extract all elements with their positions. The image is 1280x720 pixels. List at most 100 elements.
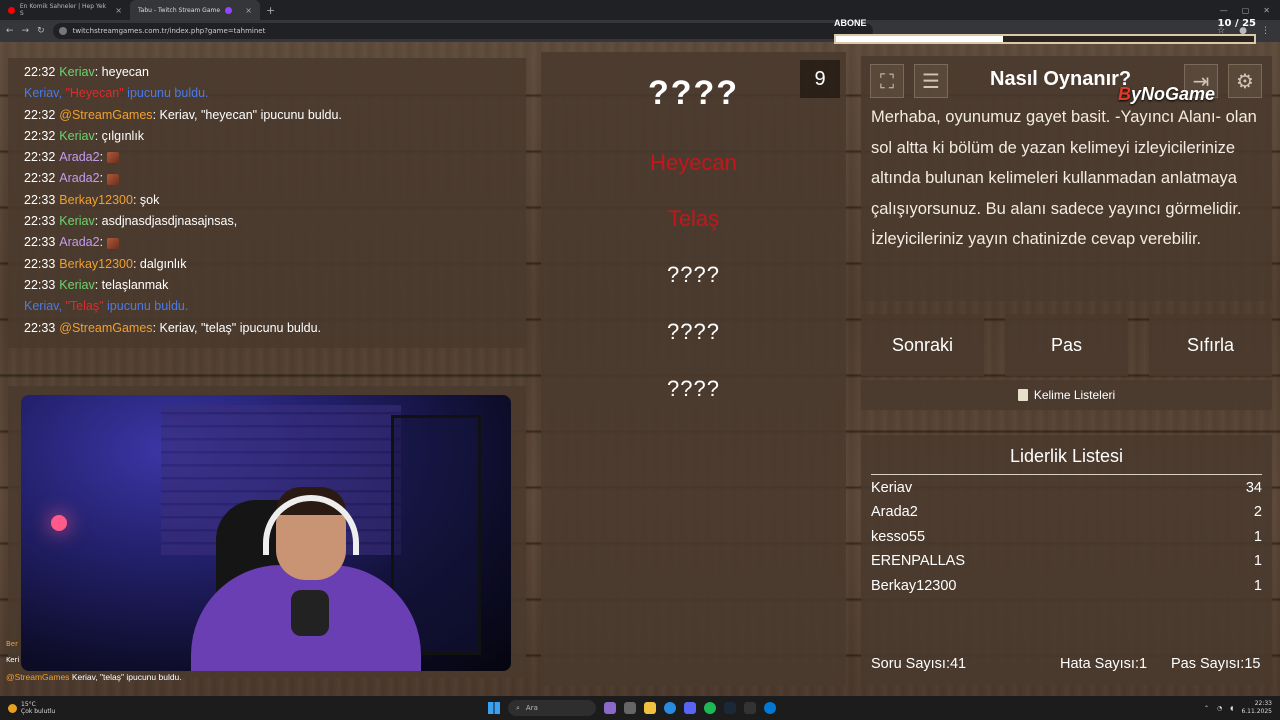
leaderboard-row: Berkay12300 1: [871, 578, 1262, 594]
maximize-icon[interactable]: ▢: [1242, 6, 1250, 15]
alert-fragment: Ber: [6, 640, 18, 648]
sub-goal-overlay: ABONE 10 / 25: [834, 18, 1256, 48]
emote-icon: [106, 152, 119, 164]
clipboard-icon: [1017, 389, 1028, 401]
bynogame-logo: ByNoGame: [1118, 84, 1216, 104]
close-window-icon[interactable]: ✕: [1263, 6, 1270, 15]
obs-icon[interactable]: [744, 702, 756, 714]
chat-message: 22:32 Keriav: çılgınlık: [24, 128, 145, 143]
steam-icon[interactable]: [724, 702, 736, 714]
question-count: Soru Sayısı:41: [871, 656, 967, 672]
reload-icon[interactable]: ↻: [37, 26, 45, 36]
fullscreen-icon[interactable]: ⛶: [870, 64, 904, 98]
tab-title: Tabu - Twitch Stream Game: [138, 6, 221, 14]
hidden-hint: ????: [667, 319, 720, 344]
found-hint: Heyecan: [650, 150, 737, 175]
windows-start-icon[interactable]: [488, 702, 500, 714]
weather-widget[interactable]: 15°C Çok bulutlu: [0, 701, 160, 715]
leaderboard-row: Keriav 34: [871, 480, 1262, 496]
taskbar-search[interactable]: ⌕ Ara: [508, 700, 596, 716]
alert-fragment: Keri: [6, 656, 20, 664]
clock-date: 6.11.2025: [1241, 708, 1272, 715]
browser-tab-tabu[interactable]: Tabu - Twitch Stream Game ×: [130, 0, 260, 20]
chat-message: 22:33 Keriav: telaşlanmak: [24, 277, 169, 292]
weather-icon: [8, 703, 17, 713]
leaderboard-divider: [871, 474, 1262, 475]
secret-word: ????: [647, 74, 740, 112]
chat-system-message: Keriav, "Heyecan" ipucunu buldu.: [24, 86, 209, 101]
file-explorer-icon[interactable]: [644, 702, 656, 714]
url-field[interactable]: twitchstreamgames.com.tr/index.php?game=…: [52, 23, 873, 39]
next-button[interactable]: Sonraki: [861, 314, 984, 376]
chat-message: 22:32 Keriav: heyecan: [24, 65, 149, 79]
how-to-play-title: Nasıl Oynanır?: [990, 68, 1132, 90]
chat-message: 22:33 Berkay12300: şok: [24, 192, 160, 207]
chat-message: 22:32 Arada2:: [24, 168, 526, 189]
word-panel: [541, 52, 846, 686]
hidden-hint: ????: [667, 376, 720, 401]
volume-icon[interactable]: ◖: [1230, 705, 1233, 712]
twitch-icon: [225, 6, 233, 14]
sub-goal-fill: [836, 36, 1004, 42]
chat-panel: 22:32 Keriav: heyecan Keriav, "Heyecan" i…: [8, 58, 526, 348]
spotify-icon[interactable]: [704, 702, 716, 714]
clock[interactable]: 22:33 6.11.2025: [1241, 700, 1272, 716]
pass-count: Pas Sayısı:15: [1171, 656, 1261, 672]
chat-message: 22:33 Arada2:: [24, 232, 526, 253]
chat-system-message: Keriav, "Telaş" ipucunu buldu.: [24, 299, 189, 314]
gear-icon[interactable]: ⚙: [1228, 64, 1262, 98]
minimize-icon[interactable]: —: [1220, 6, 1228, 15]
chat-message: 22:33 Keriav: asdjnasdjasdjnasajnsas,: [24, 214, 238, 229]
pass-button[interactable]: Pas: [1005, 314, 1128, 376]
chat-message: 22:33 @StreamGames: Keriav, "telaş" ipucu…: [24, 320, 322, 335]
new-tab-button[interactable]: +: [260, 4, 281, 17]
browser-tab-youtube[interactable]: En Komik Sahneler | Hep Yek S ×: [0, 0, 130, 20]
sub-goal-count: 10 / 25: [1217, 18, 1256, 29]
chrome-icon[interactable]: [664, 702, 676, 714]
tab-title: En Komik Sahneler | Hep Yek S: [19, 3, 106, 17]
edge-icon[interactable]: [764, 702, 776, 714]
weather-temp: 15°C: [21, 701, 36, 708]
chat-message: 22:32 @StreamGames: Keriav, "heyecan" ipu…: [24, 107, 342, 122]
chat-overlay-message: @StreamGames Keriav, "telaş" ipucunu bul…: [6, 672, 182, 682]
leaderboard-row: kesso55 1: [871, 529, 1262, 545]
system-tray: ⌃ ◔ ◖ 22:33 6.11.2025: [1204, 696, 1272, 720]
webcam-video: [21, 395, 511, 671]
sub-goal-bar: [834, 34, 1256, 44]
menu-icon[interactable]: ⋮: [1261, 26, 1270, 36]
how-to-play-text: Merhaba, oyunumuz gayet basit. -Yayıncı …: [871, 108, 1257, 248]
leaderboard-row: ERENPALLAS 1: [871, 553, 1262, 569]
document-icon[interactable]: ☰: [914, 64, 948, 98]
taskbar-search-label: Ara: [525, 704, 538, 712]
network-icon[interactable]: ◔: [1217, 705, 1222, 712]
word-lists-button[interactable]: Kelime Listeleri: [861, 380, 1272, 410]
clock-time: 22:33: [1254, 700, 1272, 707]
word-lists-label: Kelime Listeleri: [1033, 388, 1116, 402]
emote-icon: [106, 237, 119, 249]
chat-message: 22:33 Berkay12300: dalgınlık: [24, 256, 187, 271]
leaderboard-title: Liderlik Listesi: [1009, 446, 1124, 466]
discord-icon[interactable]: [684, 702, 696, 714]
weather-desc: Çok bulutlu: [21, 708, 56, 715]
back-icon[interactable]: ←: [6, 26, 14, 36]
error-count: Hata Sayısı:1: [1060, 656, 1148, 672]
close-tab-icon[interactable]: ×: [115, 6, 122, 15]
tray-chevron-icon[interactable]: ⌃: [1204, 705, 1209, 712]
site-info-icon[interactable]: [58, 27, 67, 35]
url-text: twitchstreamgames.com.tr/index.php?game=…: [72, 27, 266, 35]
taskbar: 15°C Çok bulutlu ⌕ Ara ⌃ ◔ ◖ 22:33 6.11.…: [0, 696, 1280, 720]
close-tab-icon[interactable]: ×: [245, 6, 252, 15]
hidden-hint: ????: [667, 262, 720, 287]
emote-icon: [106, 173, 119, 185]
forward-icon[interactable]: →: [22, 26, 30, 36]
task-view-icon[interactable]: [604, 702, 616, 714]
browser-tab-bar: En Komik Sahneler | Hep Yek S × Tabu - T…: [0, 0, 1280, 20]
found-hint: Telaş: [667, 206, 720, 231]
chat-message: 22:32 Arada2:: [24, 147, 526, 168]
widgets-icon[interactable]: [624, 702, 636, 714]
sub-goal-label: ABONE: [834, 18, 867, 28]
youtube-icon: [8, 6, 15, 14]
leaderboard-row: Arada2 2: [871, 504, 1262, 520]
reset-button[interactable]: Sıfırla: [1149, 314, 1272, 376]
search-icon: ⌕: [516, 703, 520, 712]
